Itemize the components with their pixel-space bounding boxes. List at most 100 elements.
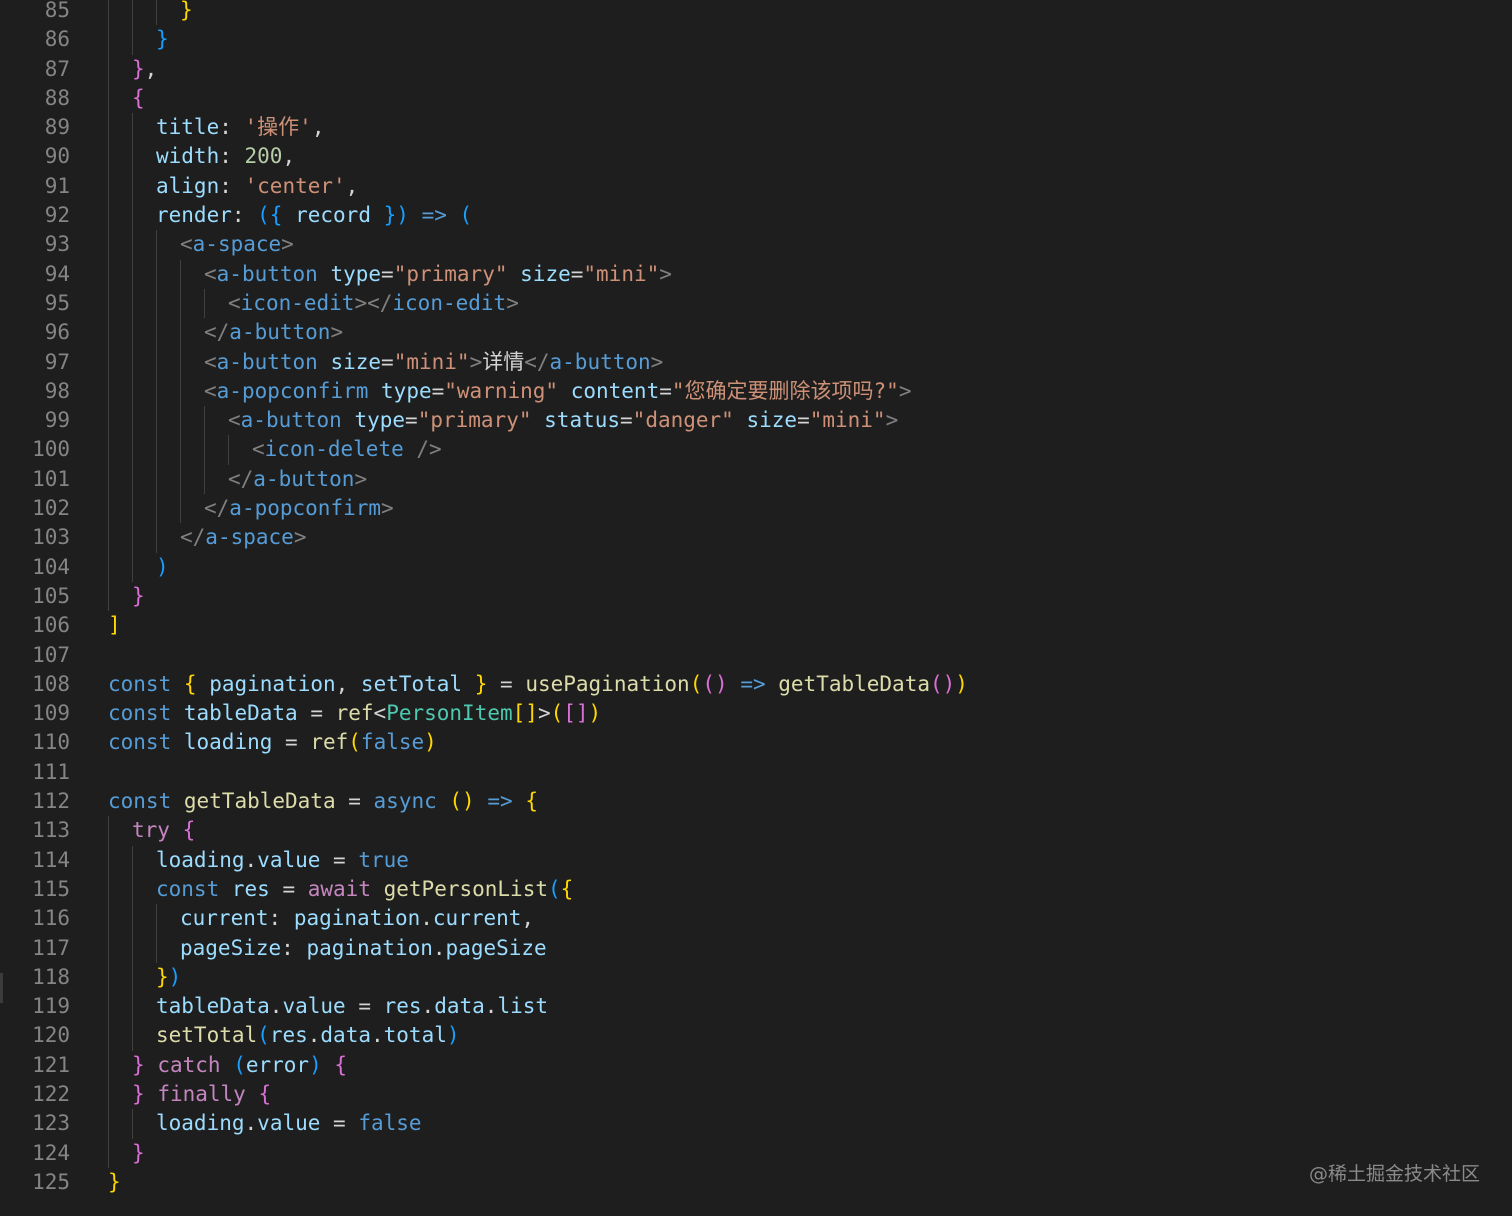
code-token: )	[424, 730, 437, 755]
code-token: value	[257, 847, 321, 872]
line-number: 104	[32, 554, 70, 579]
code-token: getTableData	[183, 789, 336, 814]
code-token: getPersonList	[383, 876, 548, 901]
code-editor[interactable]: 85} 86} 87}, 88{89 title: '操作', 90 width: 200,…	[0, 0, 1512, 1216]
code-line[interactable]: 92 render: ({ record }) => (	[0, 201, 1512, 231]
code-text: </a-popconfirm>	[204, 494, 394, 523]
code-line[interactable]: 104)	[0, 552, 1512, 582]
code-line[interactable]: 115 const res = await getPersonList({	[0, 874, 1512, 905]
code-line[interactable]: 98 <a-popconfirm type="warning" content="…	[0, 376, 1512, 407]
code-text: <icon-delete />	[252, 435, 442, 464]
indent-guide	[108, 992, 109, 1022]
code-line[interactable]: 86}	[0, 25, 1512, 55]
code-token: .	[420, 906, 433, 931]
code-line[interactable]: 117 pageSize: pagination.pageSize	[0, 933, 1512, 963]
code-text: }	[132, 1139, 145, 1168]
line-number: 116	[32, 906, 70, 931]
code-line[interactable]: 100 <icon-delete />	[0, 435, 1512, 465]
code-token: finally	[157, 1081, 246, 1106]
code-line[interactable]: 122} finally {	[0, 1079, 1512, 1110]
code-line[interactable]: 114 loading.value = true	[0, 845, 1512, 875]
code-text: title: '操作',	[156, 113, 324, 142]
line-number: 117	[32, 935, 70, 960]
code-line[interactable]: 106]	[0, 611, 1512, 640]
code-token: }	[474, 671, 488, 696]
code-line[interactable]: 109 const tableData = ref<PersonItem[]>([…	[0, 699, 1512, 728]
code-line[interactable]: 123 loading.value = false	[0, 1109, 1512, 1139]
line-number: 102	[32, 496, 70, 521]
indent-guide	[108, 874, 109, 905]
code-token: }	[180, 0, 193, 22]
code-line[interactable]: 97 <a-button size="mini">详情</a-button>	[0, 347, 1512, 377]
code-token: type	[330, 261, 382, 286]
code-line[interactable]: 120 setTotal(res.data.total)	[0, 1021, 1512, 1051]
scroll-marker[interactable]	[0, 973, 3, 1003]
code-line[interactable]: 85}	[0, 0, 1512, 26]
code-line[interactable]: 121} catch (error) {	[0, 1050, 1512, 1080]
code-token: =	[659, 378, 672, 403]
code-token: >	[381, 496, 394, 521]
code-line[interactable]: 119 tableData.value = res.data.list	[0, 992, 1512, 1022]
code-line[interactable]: 125}	[0, 1168, 1512, 1197]
code-token: <	[228, 290, 241, 315]
code-line[interactable]: 116 current: pagination.current,	[0, 904, 1512, 934]
code-token: 详情	[482, 349, 525, 374]
code-line[interactable]: 124}	[0, 1138, 1512, 1168]
code-line[interactable]: 96 </a-button>	[0, 318, 1512, 348]
code-token: {	[258, 1081, 272, 1106]
code-token: .	[307, 1023, 321, 1048]
code-token: =	[431, 378, 445, 403]
code-line[interactable]: 93 <a-space>	[0, 230, 1512, 260]
code-token: {	[132, 85, 145, 110]
code-token: a-button	[229, 320, 331, 345]
indent-guide	[132, 464, 133, 495]
code-token: record	[295, 203, 371, 228]
code-line[interactable]: 110 const loading = ref(false)	[0, 728, 1512, 757]
code-token: ({	[257, 203, 283, 228]
indent-guide	[132, 201, 133, 231]
indent-guide	[156, 435, 157, 465]
code-line[interactable]: 103 </a-space>	[0, 523, 1512, 553]
indent-guide	[204, 464, 205, 495]
indent-guide	[108, 1109, 109, 1139]
code-token: a-popconfirm	[216, 378, 369, 403]
code-token: >	[293, 525, 307, 550]
indent-guide	[132, 25, 133, 55]
code-line[interactable]: 111	[0, 758, 1512, 787]
code-line[interactable]: 88 {	[0, 83, 1512, 114]
code-line[interactable]: 107	[0, 641, 1512, 670]
code-line[interactable]: 90 width: 200,	[0, 142, 1512, 172]
code-line[interactable]: 108 const { pagination, setTotal } = useP…	[0, 670, 1512, 699]
code-token: pageSize	[445, 935, 547, 960]
code-line[interactable]: 101 </a-button>	[0, 464, 1512, 495]
code-line[interactable]: 89 title: '操作',	[0, 113, 1512, 143]
code-line[interactable]: 95 <icon-edit></icon-edit>	[0, 288, 1512, 319]
code-line[interactable]: 105}	[0, 581, 1512, 612]
code-token: "mini"	[393, 349, 470, 374]
code-token: {	[525, 789, 538, 814]
code-line[interactable]: 87},	[0, 54, 1512, 84]
code-line[interactable]: 94 <a-button type="primary" size="mini">	[0, 259, 1512, 289]
line-number: 107	[32, 642, 70, 667]
code-token: ,	[335, 671, 361, 696]
code-line[interactable]: 113 try {	[0, 816, 1512, 846]
indent-guide	[108, 1021, 109, 1051]
code-line[interactable]: 102 </a-popconfirm>	[0, 494, 1512, 524]
code-line[interactable]: 91 align: 'center',	[0, 171, 1512, 202]
line-number: 112	[32, 789, 70, 814]
code-line[interactable]: 99 <a-button type="primary" status="dange…	[0, 406, 1512, 436]
code-line[interactable]: 112 const getTableData = async () => {	[0, 787, 1512, 816]
code-line[interactable]: 118})	[0, 962, 1512, 993]
code-token: >	[898, 378, 912, 403]
indent-guide	[180, 494, 181, 524]
code-token: }	[132, 1140, 145, 1165]
code-token: =	[269, 876, 308, 901]
code-token: .	[484, 994, 498, 1019]
